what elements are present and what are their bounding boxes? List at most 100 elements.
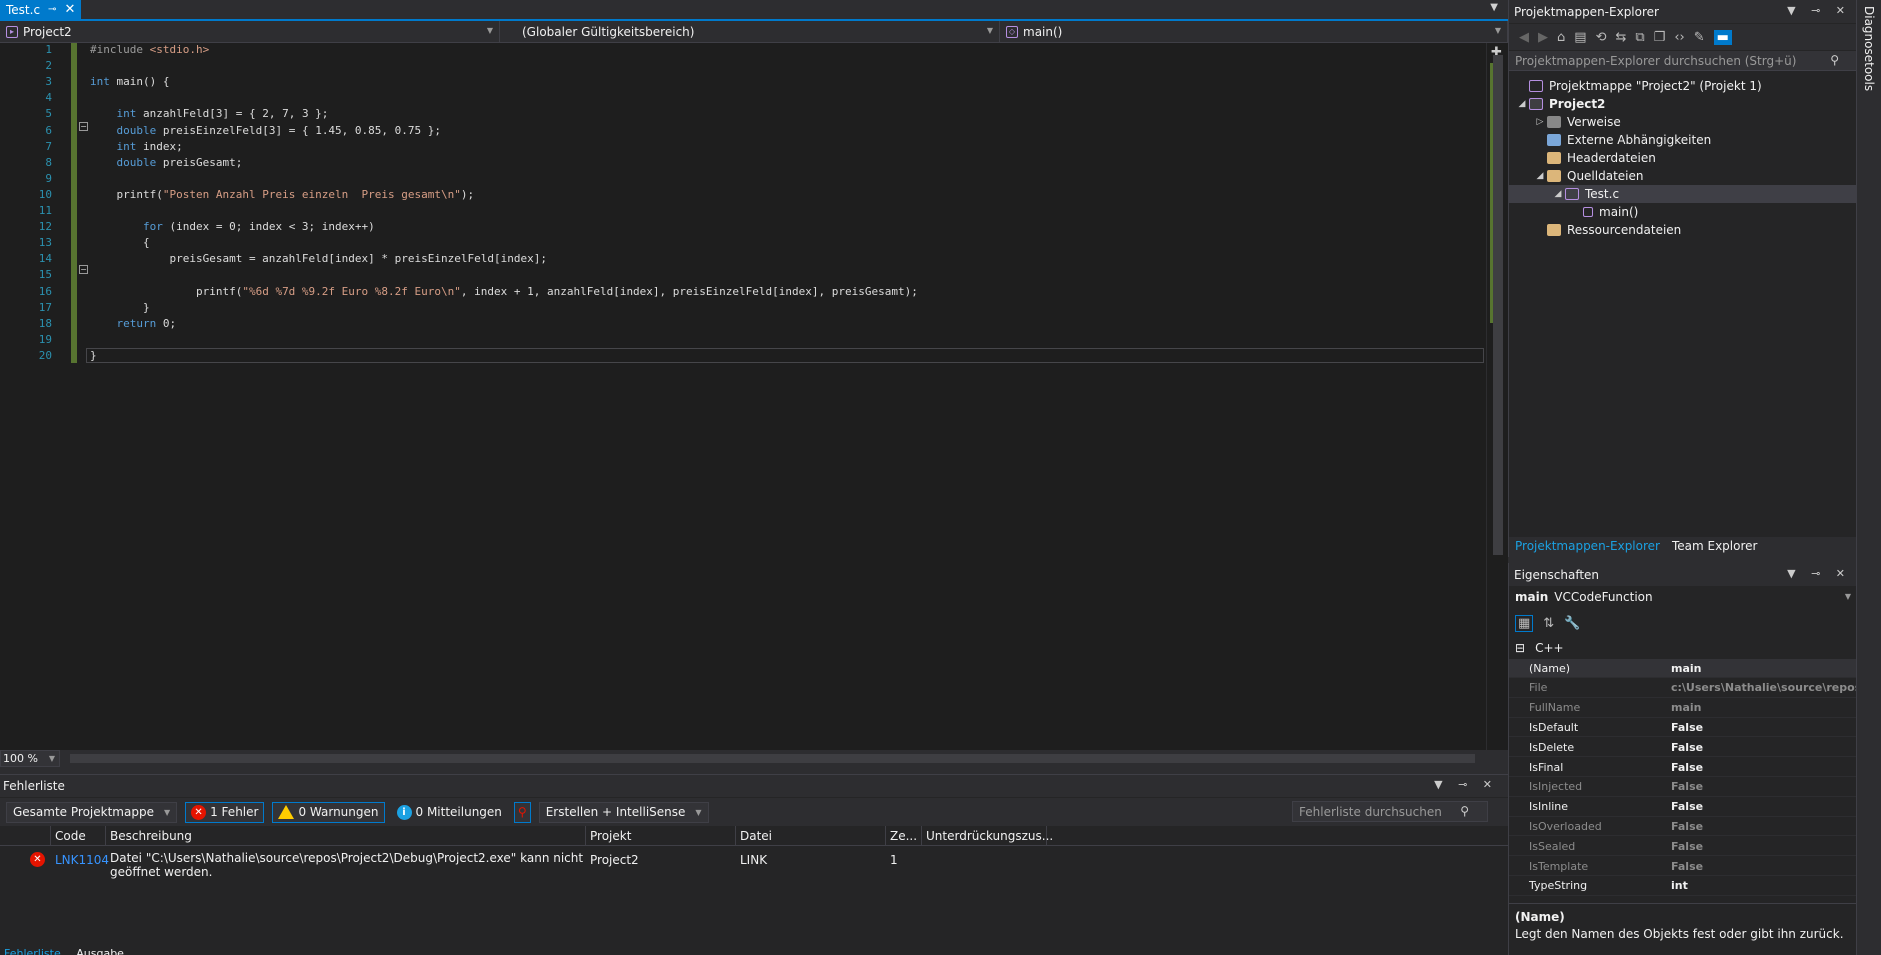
panel-controls[interactable]: ▼ ⊸ ✕	[1434, 778, 1498, 791]
property-row[interactable]: IsInline False	[1509, 798, 1857, 817]
property-pages-icon[interactable]: 🔧	[1564, 616, 1580, 631]
expander-icon[interactable]: ◢	[1533, 171, 1547, 181]
errors-filter-toggle[interactable]: ✕ 1 Fehler	[185, 801, 265, 823]
code-line[interactable]: printf("%6d %7d %9.2f Euro %8.2f Euro\n"…	[90, 285, 918, 298]
code-line[interactable]: int main() {	[90, 75, 169, 88]
home-icon[interactable]: ⌂	[1557, 30, 1565, 45]
property-value[interactable]: False	[1667, 718, 1857, 736]
back-icon[interactable]: ◀	[1519, 30, 1529, 45]
code-line[interactable]: printf("Posten Anzahl Preis einzeln Prei…	[90, 188, 474, 201]
property-category[interactable]: ⊟ C++	[1509, 639, 1857, 657]
sync-icon[interactable]: ⇆	[1615, 30, 1626, 45]
collapse-icon[interactable]: ⊟	[1515, 641, 1525, 655]
collapse-icon[interactable]: −	[79, 122, 88, 131]
property-row[interactable]: IsSealed False	[1509, 837, 1857, 857]
scrollbar-thumb[interactable]	[1493, 55, 1503, 555]
property-row[interactable]: IsDefault False	[1509, 718, 1857, 738]
zoom-dropdown[interactable]: 100 % ▼	[0, 750, 60, 767]
scope-dropdown[interactable]: (Globaler Gültigkeitsbereich) ▼	[500, 21, 1000, 42]
column-header-project[interactable]: Projekt	[586, 825, 736, 846]
tab-fehlerliste[interactable]: Fehlerliste	[4, 947, 61, 955]
code-line[interactable]: double preisEinzelFeld[3] = { 1.45, 0.85…	[90, 124, 442, 137]
tree-item[interactable]: ◢ Project2	[1509, 95, 1857, 113]
tree-item[interactable]: Ressourcendateien	[1509, 221, 1857, 239]
member-dropdown[interactable]: ◇ main() ▼	[1000, 21, 1508, 42]
property-value[interactable]: c:\Users\Nathalie\source\repos	[1667, 679, 1857, 697]
column-header-line[interactable]: Ze...	[886, 825, 922, 846]
build-filter-dropdown[interactable]: Erstellen + IntelliSense ▼	[538, 801, 709, 823]
view-code-icon[interactable]: ‹›	[1674, 30, 1684, 45]
scope-filter-dropdown[interactable]: Gesamte Projektmappe ▼	[6, 801, 178, 823]
tab-ausgabe[interactable]: Ausgabe	[76, 947, 124, 955]
property-row[interactable]: IsDelete False	[1509, 738, 1857, 758]
filter-button[interactable]: ⚲	[513, 801, 531, 823]
tree-item[interactable]: Headerdateien	[1509, 149, 1857, 167]
forward-icon[interactable]: ▶	[1538, 30, 1548, 45]
property-row[interactable]: (Name) main	[1509, 659, 1857, 678]
vertical-scrollbar[interactable]: ✚	[1486, 43, 1508, 750]
tree-item[interactable]: ▷ Verweise	[1509, 113, 1857, 131]
code-line[interactable]: }	[90, 301, 150, 314]
close-icon[interactable]: ✕	[64, 2, 75, 17]
tree-item[interactable]: main()	[1509, 203, 1857, 221]
property-value[interactable]: False	[1667, 798, 1857, 816]
property-value[interactable]: main	[1667, 659, 1857, 677]
categorized-icon[interactable]: ▦	[1515, 614, 1534, 632]
column-header-description[interactable]: Beschreibung	[106, 825, 586, 846]
project-dropdown[interactable]: ▸ Project2 ▼	[0, 21, 500, 42]
column-filter[interactable]	[0, 825, 51, 846]
messages-filter-toggle[interactable]: i 0 Mitteilungen	[393, 802, 506, 823]
property-value[interactable]: False	[1667, 817, 1857, 835]
tab-test-c[interactable]: Test.c ⊸ ✕	[0, 0, 82, 19]
column-header-file[interactable]: Datei	[736, 825, 886, 846]
panel-controls[interactable]: ▼ ⊸ ✕	[1787, 4, 1851, 17]
solution-explorer-search-input[interactable]: Projektmappen-Explorer durchsuchen (Strg…	[1509, 51, 1857, 71]
expander-icon[interactable]: ▷	[1533, 117, 1547, 127]
copy-icon[interactable]: ❐	[1654, 30, 1666, 45]
code-line[interactable]: preisGesamt = anzahlFeld[index] * preisE…	[90, 252, 547, 265]
panel-controls[interactable]: ▼ ⊸ ✕	[1787, 567, 1851, 580]
code-line[interactable]: }	[90, 349, 97, 362]
tree-item[interactable]: Projektmappe "Project2" (Projekt 1)	[1509, 77, 1857, 95]
code-line[interactable]: double preisGesamt;	[90, 156, 243, 169]
switch-views-icon[interactable]: ▤	[1574, 30, 1586, 45]
pin-icon[interactable]: ⊸	[48, 4, 56, 15]
property-row[interactable]: IsFinal False	[1509, 758, 1857, 777]
warnings-filter-toggle[interactable]: 0 Warnungen	[272, 801, 385, 823]
code-line[interactable]: return 0;	[90, 317, 177, 330]
code-line[interactable]: {	[90, 236, 150, 249]
property-row[interactable]: FullName main	[1509, 699, 1857, 718]
property-value[interactable]: main	[1667, 699, 1857, 717]
property-row[interactable]: IsInjected False	[1509, 778, 1857, 797]
tab-projektmappen-explorer[interactable]: Projektmappen-Explorer	[1509, 537, 1666, 557]
preview-icon[interactable]: ▬	[1713, 29, 1732, 45]
tab-team-explorer[interactable]: Team Explorer	[1666, 537, 1764, 557]
table-row[interactable]: ✕ LNK1104 Datei "C:\Users\Nathalie\sourc…	[0, 847, 1508, 881]
column-header-suppression[interactable]: Unterdrückungszus...	[922, 825, 1053, 846]
property-value[interactable]: False	[1667, 758, 1857, 776]
expander-icon[interactable]: ◢	[1551, 189, 1565, 199]
code-line[interactable]: for (index = 0; index < 3; index++)	[90, 220, 375, 233]
property-row[interactable]: IsTemplate False	[1509, 857, 1857, 876]
code-line[interactable]: #include <stdio.h>	[90, 43, 209, 56]
expander-icon[interactable]: ◢	[1515, 99, 1529, 109]
diagnostic-tools-strip[interactable]: Diagnosetools	[1856, 0, 1881, 955]
code-line[interactable]: int anzahlFeld[3] = { 2, 7, 3 };	[90, 107, 329, 120]
property-row[interactable]: File c:\Users\Nathalie\source\repos	[1509, 679, 1857, 698]
column-header-code[interactable]: Code	[51, 825, 106, 846]
tree-item[interactable]: ◢ Test.c	[1509, 185, 1857, 203]
horizontal-scrollbar[interactable]	[70, 754, 1475, 763]
collapse-icon[interactable]: −	[79, 265, 88, 274]
history-icon[interactable]: ⟲	[1596, 30, 1607, 45]
code-editor[interactable]: 1 2 3 4 5 6 7 8 9 10 11 12 13 14 15 16 17 18 19 20 #include…	[0, 43, 1508, 750]
code-line[interactable]: int index;	[90, 140, 183, 153]
alphabetical-icon[interactable]: ⇅	[1543, 616, 1554, 631]
property-row[interactable]: TypeString int	[1509, 877, 1857, 896]
tree-item[interactable]: ◢ Quelldateien	[1509, 167, 1857, 185]
collapse-all-icon[interactable]: ⧉	[1635, 30, 1644, 45]
property-value[interactable]: False	[1667, 857, 1857, 875]
object-selector[interactable]: main VCCodeFunction ▼	[1509, 587, 1857, 607]
search-icon[interactable]: ⚲	[1460, 804, 1469, 818]
property-value[interactable]: False	[1667, 837, 1857, 855]
property-value[interactable]: False	[1667, 778, 1857, 796]
